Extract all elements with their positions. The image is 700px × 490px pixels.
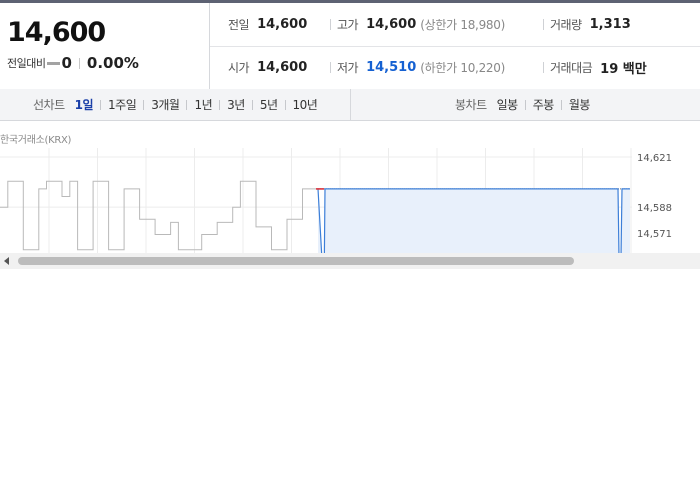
- stat-amount: 거래대금 19 백만: [550, 46, 647, 89]
- divider: [251, 99, 253, 110]
- intraday-price-chart: 14,621 14,588 14,571: [0, 148, 700, 255]
- upper-limit-text: (상한가 18,980): [420, 18, 505, 32]
- today-area-fill: [318, 188, 630, 255]
- stat-label: 고가: [337, 18, 359, 32]
- divider: [78, 57, 80, 69]
- stat-low: 저가 14,510 (하한가 10,220): [337, 46, 505, 89]
- period-3m[interactable]: 3개월: [151, 96, 180, 113]
- candle-chart-label: 봉차트: [455, 98, 487, 112]
- line-chart-periods: 선차트 1일 1주일 3개월 1년 3년 5년 10년: [33, 89, 318, 120]
- divider: [543, 62, 544, 73]
- divider: [330, 62, 331, 73]
- y-axis-tick-label: 14,621: [637, 153, 672, 164]
- price-summary: 14,600 전일대비 0 0.00% 전일 14,600 고가 14,600 …: [0, 3, 700, 90]
- stat-value: 14,600: [257, 60, 308, 75]
- chart-period-bar: 선차트 1일 1주일 3개월 1년 3년 5년 10년 봉차트 일봉 주봉 월봉: [0, 89, 700, 121]
- divider: [524, 99, 526, 110]
- stat-value: 19 백만: [600, 62, 647, 77]
- chart-scrollbar[interactable]: [0, 253, 700, 269]
- divider: [330, 19, 331, 30]
- stat-volume: 거래량 1,313: [550, 3, 631, 46]
- period-weekly-candle[interactable]: 주봉: [533, 96, 555, 113]
- change-label: 전일대비: [7, 57, 46, 70]
- stats-row-1: 전일 14,600 고가 14,600 (상한가 18,980) 거래량 1,3…: [210, 3, 700, 47]
- period-bar-divider: [350, 89, 351, 120]
- divider: [100, 99, 102, 110]
- divider: [186, 99, 188, 110]
- period-1y[interactable]: 1년: [194, 96, 212, 113]
- candle-chart-periods: 봉차트 일봉 주봉 월봉: [455, 89, 590, 120]
- line-chart-label: 선차트: [33, 98, 65, 112]
- current-price: 14,600: [7, 17, 106, 48]
- scrollbar-thumb[interactable]: [18, 257, 574, 265]
- stat-value: 14,600: [257, 17, 308, 32]
- stat-value: 14,510: [366, 60, 417, 75]
- stat-label: 거래대금: [550, 61, 593, 75]
- divider: [543, 19, 544, 30]
- flat-change-icon: [47, 61, 61, 65]
- stat-label: 저가: [337, 61, 359, 75]
- stat-value: 1,313: [589, 17, 631, 32]
- change-row: 전일대비 0 0.00%: [7, 53, 139, 73]
- y-axis-tick-label: 14,571: [637, 229, 672, 240]
- period-monthly-candle[interactable]: 월봉: [569, 96, 591, 113]
- stat-value: 14,600: [366, 17, 417, 32]
- period-3y[interactable]: 3년: [227, 96, 245, 113]
- divider: [560, 99, 562, 110]
- stat-prev-close: 전일 14,600: [228, 3, 307, 46]
- change-value: 0: [61, 54, 72, 72]
- divider: [284, 99, 286, 110]
- previous-session-line: [0, 180, 318, 251]
- period-daily-candle[interactable]: 일봉: [497, 96, 519, 113]
- period-5y[interactable]: 5년: [260, 96, 278, 113]
- stat-label: 전일: [228, 18, 250, 32]
- stat-label: 거래량: [550, 18, 582, 32]
- stats-row-2: 시가 14,600 저가 14,510 (하한가 10,220) 거래대금 19…: [210, 46, 700, 89]
- period-1d[interactable]: 1일: [75, 96, 94, 113]
- scroll-left-arrow-icon[interactable]: [4, 257, 9, 265]
- divider: [143, 99, 145, 110]
- data-source-label: 한국거래소(KRX): [0, 135, 72, 146]
- chart-canvas: 14,621 14,588 14,571: [0, 148, 672, 255]
- lower-limit-text: (하한가 10,220): [420, 61, 505, 75]
- change-rate: 0.00%: [86, 54, 139, 72]
- current-price-block: 14,600 전일대비 0 0.00%: [0, 3, 210, 89]
- period-1w[interactable]: 1주일: [108, 96, 137, 113]
- y-axis-tick-label: 14,588: [637, 203, 672, 214]
- stat-open: 시가 14,600: [228, 46, 307, 89]
- period-10y[interactable]: 10년: [293, 96, 318, 113]
- stat-high: 고가 14,600 (상한가 18,980): [337, 3, 505, 46]
- stat-label: 시가: [228, 61, 250, 75]
- divider: [219, 99, 221, 110]
